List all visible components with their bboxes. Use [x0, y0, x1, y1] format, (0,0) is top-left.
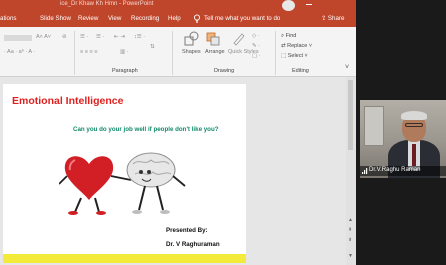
account-avatar[interactable]: [282, 0, 295, 11]
shapes-button[interactable]: Shapes: [182, 49, 201, 55]
presenter-name[interactable]: Dr. V Raghuraman: [166, 241, 220, 248]
signal-strength-icon: [362, 168, 368, 174]
shape-outline-icon[interactable]: ✎ ·: [252, 43, 260, 49]
replace-label: Replace: [287, 43, 308, 49]
quick-styles-icon[interactable]: [232, 31, 246, 47]
find-button[interactable]: ⌕ Find: [281, 33, 296, 40]
scrollbar-thumb[interactable]: [348, 80, 353, 150]
line-spacing-icon[interactable]: ↕☰ ·: [134, 34, 145, 40]
presented-by-label[interactable]: Presented By:: [166, 227, 208, 234]
numbering-icon[interactable]: ☰ ·: [96, 34, 104, 40]
group-label-drawing: Drawing: [214, 68, 235, 74]
font-name-box[interactable]: [4, 35, 32, 41]
participant-video-tile[interactable]: Dr.V.Raghu Raman: [360, 100, 446, 178]
find-label: Find: [285, 33, 297, 39]
share-button[interactable]: ⇪ Share: [321, 15, 344, 22]
next-slide-icon[interactable]: ⇟: [348, 237, 352, 243]
scroll-down-icon[interactable]: ▼: [348, 253, 353, 259]
group-divider: [275, 31, 276, 75]
select-button[interactable]: ⬚ Select ˅: [281, 53, 308, 59]
window-title: ice_Dr Khaw Kh Hmn - PowerPoint: [60, 1, 154, 7]
chevron-down-icon: ˅: [303, 53, 308, 59]
powerpoint-window: ice_Dr Khaw Kh Hmn - PowerPoint ations S…: [0, 0, 356, 265]
brain-icon: [126, 152, 176, 188]
participant-tie: [412, 144, 416, 166]
slide-workspace: Emotional Intelligence Can you do your j…: [0, 77, 356, 265]
clear-format-icon[interactable]: ⊘: [62, 34, 67, 40]
tab-animations[interactable]: ations: [0, 15, 17, 22]
slide-title[interactable]: Emotional Intelligence: [12, 95, 123, 107]
scroll-up-icon[interactable]: ▲: [348, 217, 353, 223]
align-icons[interactable]: ≡ ≡ ≡ ≡: [80, 49, 97, 55]
group-divider: [74, 31, 75, 75]
text-direction-icon[interactable]: ⇅: [150, 44, 155, 50]
cursor-icon: ⬚: [281, 53, 288, 59]
share-label: Share: [327, 15, 345, 22]
vertical-scrollbar[interactable]: ▲ ⇞ ⇟ ▼: [346, 77, 356, 265]
tab-slide-show[interactable]: Slide Show: [40, 15, 71, 22]
slide-canvas[interactable]: Emotional Intelligence Can you do your j…: [3, 84, 246, 263]
room-window: [364, 106, 384, 146]
indent-icons[interactable]: ⇤ ⇥: [114, 34, 125, 40]
font-format-buttons[interactable]: · Aa · aᵇ · A ·: [4, 49, 35, 55]
tab-view[interactable]: View: [108, 15, 121, 22]
title-bar: ice_Dr Khaw Kh Hmn - PowerPoint: [0, 0, 356, 11]
participant-name: Dr.V.Raghu Raman: [369, 167, 421, 173]
tab-recording[interactable]: Recording: [131, 15, 159, 22]
shape-fill-icon[interactable]: ◇ ·: [252, 33, 260, 39]
shapes-icon[interactable]: [184, 31, 200, 47]
tab-help[interactable]: Help: [168, 15, 181, 22]
ribbon-tab-bar: ations Slide Show Review View Recording …: [0, 11, 356, 27]
chevron-down-icon: ˅: [307, 43, 313, 49]
group-label-paragraph: Paragraph: [112, 68, 138, 74]
group-divider: [172, 31, 173, 75]
replace-button[interactable]: ⇄ Replace ˅: [281, 43, 312, 49]
arrange-button[interactable]: Arrange: [205, 49, 225, 55]
font-size-grow-button[interactable]: A˄ A˅: [36, 34, 51, 40]
share-icon: ⇪: [321, 15, 328, 22]
collapse-ribbon-icon[interactable]: ˅: [345, 64, 349, 71]
columns-icon[interactable]: ▥ ·: [120, 49, 129, 55]
group-label-editing: Editing: [292, 68, 309, 74]
minimize-icon[interactable]: [306, 4, 312, 5]
ribbon-panel: A˄ A˅ ⊘ · Aa · aᵇ · A · ☰ · ☰ · ⇤ ⇥ ↕☰ ·…: [0, 27, 356, 77]
slide-footer-bar: [3, 254, 246, 263]
participant-name-tag: Dr.V.Raghu Raman: [360, 166, 446, 176]
bullets-icon[interactable]: ☰ ·: [80, 34, 88, 40]
heart-brain-illustration: [59, 152, 186, 215]
select-label: Select: [287, 53, 304, 59]
arrange-icon[interactable]: [206, 31, 220, 47]
shape-effects-icon[interactable]: ▢ ·: [252, 53, 261, 59]
participant-hair: [401, 111, 427, 120]
tab-review[interactable]: Review: [78, 15, 98, 22]
prev-slide-icon[interactable]: ⇞: [348, 227, 352, 233]
tell-me-search[interactable]: Tell me what you want to do: [204, 15, 280, 22]
lightbulb-icon[interactable]: [193, 14, 201, 23]
participant-glasses: [405, 123, 423, 127]
slide-question[interactable]: Can you do your job well if people don't…: [73, 126, 219, 133]
